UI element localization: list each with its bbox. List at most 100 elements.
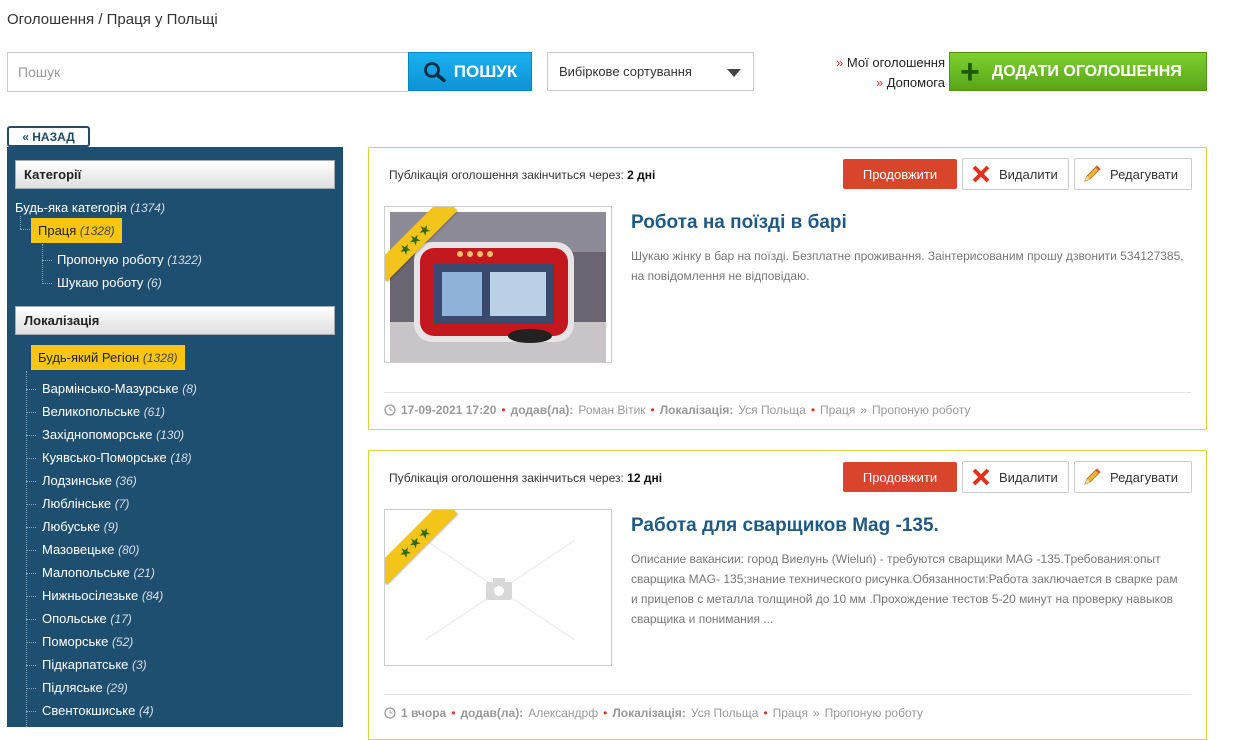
region-count: (9): [103, 520, 119, 534]
region-label: Підляське: [42, 680, 103, 695]
close-icon: [972, 468, 990, 486]
category-separator: »: [860, 403, 868, 417]
ad-author: Роман Вітик: [578, 403, 646, 417]
any-region-label: Будь-який Регіон: [38, 350, 140, 365]
expiry-value: 12 дні: [627, 471, 663, 485]
search-button-label: ПОШУК: [453, 61, 518, 81]
region-label: Підкарпатське: [42, 657, 129, 672]
help-label: Допомога: [886, 75, 945, 90]
region-count: (3): [132, 658, 147, 672]
ad-thumbnail[interactable]: ★★★: [384, 206, 612, 363]
edit-button[interactable]: Редагувати: [1074, 461, 1192, 493]
bullet: •: [501, 403, 506, 417]
sort-select[interactable]: Вибіркове сортування: [547, 52, 754, 91]
sidebar-item-region[interactable]: Свентокшиське (4): [42, 703, 154, 718]
sidebar-item-region[interactable]: Лодзинське (36): [42, 473, 137, 488]
category-separator: »: [812, 706, 820, 720]
search-icon: [423, 61, 446, 82]
sidebar-item-region[interactable]: Підляське (29): [42, 680, 128, 695]
location-label: Локалізація:: [659, 403, 734, 417]
sidebar-item-region[interactable]: Куявсько-Поморське (18): [42, 450, 192, 465]
sidebar-item-any-category[interactable]: Будь-яка категорія (1374): [7, 189, 343, 216]
clock-icon: [384, 707, 396, 719]
any-category-count: (1374): [130, 201, 165, 215]
sidebar-item-region[interactable]: Великопольське (61): [42, 404, 165, 419]
ad-title[interactable]: Робота на поїзді в барі: [631, 212, 847, 234]
sidebar-item-region[interactable]: Опольське (17): [42, 611, 132, 626]
sidebar-item-region[interactable]: Поморське (52): [42, 634, 133, 649]
sidebar-item-region[interactable]: Мазовецьке (80): [42, 542, 139, 557]
region-count: (52): [111, 635, 134, 649]
region-label: Лодзинське: [42, 473, 112, 488]
divider: [384, 392, 1191, 393]
help-link[interactable]: » Допомога: [836, 73, 945, 93]
add-ad-button[interactable]: + ДОДАТИ ОГОЛОШЕННЯ: [949, 52, 1207, 91]
seek-label: Шукаю роботу: [57, 275, 144, 290]
ad-subcategory[interactable]: Пропоную роботу: [825, 706, 923, 720]
region-count: (8): [182, 382, 197, 396]
ad-meta: 17-09-2021 17:20 • додав(ла): Роман Вітик • Л…: [384, 403, 970, 417]
edit-label: Редагувати: [1110, 469, 1179, 485]
extend-button[interactable]: Продовжити: [843, 462, 957, 492]
sidebar-item-region[interactable]: Малопольське (21): [42, 565, 155, 580]
bullet: •: [603, 706, 608, 720]
sidebar-item-region[interactable]: Любуське (9): [42, 519, 118, 534]
sidebar-item-any-region[interactable]: Будь-який Регіон (1328): [31, 345, 185, 370]
edit-button[interactable]: Редагувати: [1074, 158, 1192, 190]
sidebar-item-region[interactable]: Підкарпатське (3): [42, 657, 147, 672]
location-header: Локалізація: [15, 306, 335, 335]
my-ads-link[interactable]: » Мої оголошення: [836, 53, 945, 73]
sidebar: Категорії Будь-яка категорія (1374) Прац…: [7, 147, 343, 727]
ad-title[interactable]: Работа для сварщиков Mag -135.: [631, 515, 939, 537]
region-count: (80): [118, 543, 140, 557]
sidebar-item-seek-work[interactable]: Шукаю роботу (6): [57, 275, 162, 290]
delete-label: Видалити: [999, 469, 1058, 485]
ad-card: Публікація оголошення закінчиться через:…: [368, 147, 1207, 430]
bullet: •: [810, 403, 816, 417]
chevron-down-icon: [727, 69, 741, 77]
ad-description: Шукаю жінку в бар на поїзді. Безплатне п…: [631, 249, 1184, 283]
any-region-count: (1328): [142, 351, 178, 365]
ad-card: Публікація оголошення закінчиться через:…: [368, 450, 1207, 740]
close-icon: [972, 165, 990, 183]
region-count: (84): [141, 589, 164, 603]
back-button[interactable]: « НАЗАД: [7, 126, 90, 147]
sidebar-item-work[interactable]: Праця (1328): [31, 218, 122, 243]
region-count: (36): [115, 474, 137, 488]
region-label: Західнопоморське: [42, 427, 153, 442]
delete-button[interactable]: Видалити: [962, 461, 1069, 493]
clock-icon: [384, 404, 396, 416]
author-label: додав(ла):: [460, 706, 524, 720]
extend-button[interactable]: Продовжити: [843, 159, 957, 189]
search-button[interactable]: ПОШУК: [408, 52, 532, 91]
expiry-label: Публікація оголошення закінчиться через:: [389, 168, 624, 182]
ad-description: Описание вакансии: город Виелунь (Wieluń…: [631, 552, 1178, 626]
sidebar-item-region[interactable]: Нижньосілезьке (84): [42, 588, 163, 603]
sidebar-item-offer-work[interactable]: Пропоную роботу (1322): [57, 252, 202, 267]
region-count: (29): [106, 681, 128, 695]
region-label: Мазовецьке: [42, 542, 115, 557]
ad-thumbnail[interactable]: ★★★: [384, 509, 612, 666]
region-count: (7): [114, 497, 130, 511]
expiry-label: Публікація оголошення закінчиться через:: [389, 471, 624, 485]
offer-count: (1322): [167, 253, 202, 267]
region-count: (61): [143, 405, 166, 419]
delete-button[interactable]: Видалити: [962, 158, 1069, 190]
search-input[interactable]: [7, 52, 408, 92]
divider: [384, 694, 1191, 695]
region-count: (17): [110, 612, 132, 626]
ad-category[interactable]: Праця: [820, 403, 855, 417]
sidebar-item-region[interactable]: Люблінське (7): [42, 496, 129, 511]
offer-label: Пропоную роботу: [57, 252, 164, 267]
ad-expiry: Публікація оголошення закінчиться через:…: [389, 471, 662, 485]
any-category-label: Будь-яка категорія: [15, 200, 127, 215]
add-ad-label: ДОДАТИ ОГОЛОШЕННЯ: [991, 62, 1182, 80]
ad-subcategory[interactable]: Пропоную роботу: [872, 403, 970, 417]
arrow-icon: »: [875, 75, 884, 90]
ad-category[interactable]: Праця: [773, 706, 808, 720]
sidebar-item-region[interactable]: Західнопоморське (130): [42, 427, 184, 442]
sidebar-item-region[interactable]: Вармінсько-Мазурське (8): [42, 381, 197, 396]
my-ads-label: Мої оголошення: [846, 55, 945, 70]
sort-select-value: Вибіркове сортування: [559, 64, 692, 79]
ad-date: 1 вчора: [401, 706, 447, 720]
